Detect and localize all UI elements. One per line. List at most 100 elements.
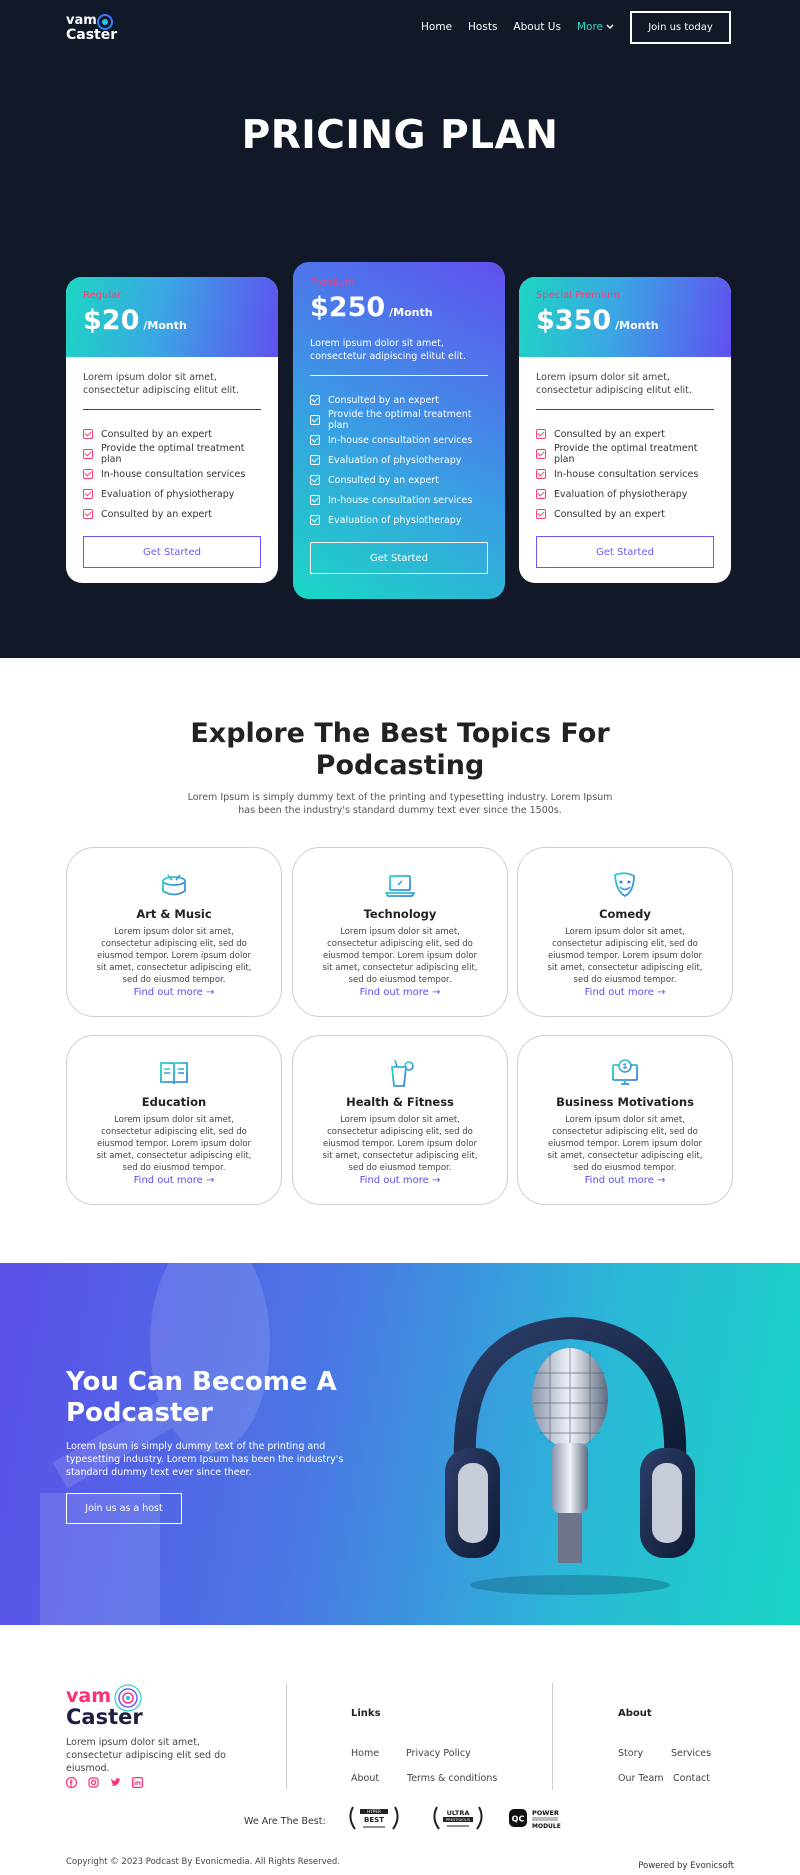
find-out-more-link[interactable]: Find out more → [518, 1175, 732, 1186]
footer-link-terms[interactable]: Terms & conditions [407, 1773, 497, 1784]
plan-card-premium: Premium $250/Month Lorem ipsum dolor sit… [293, 262, 505, 599]
checkbox-icon [83, 509, 93, 519]
social-links [65, 1773, 144, 1789]
banner-text: Lorem Ipsum is simply dummy text of the … [66, 1441, 344, 1478]
linkedin-icon[interactable] [132, 1773, 144, 1789]
topic-title: Technology [363, 907, 437, 921]
checkbox-icon [536, 509, 546, 519]
nav-home[interactable]: Home [421, 21, 452, 33]
find-out-more-link[interactable]: Find out more → [293, 987, 507, 998]
get-started-button[interactable]: Get Started [83, 536, 261, 568]
topic-card-technology[interactable]: Technology Lorem ipsum dolor sit amet, c… [292, 847, 508, 1017]
topic-card-education[interactable]: Education Lorem ipsum dolor sit amet, co… [66, 1035, 282, 1205]
checkbox-icon [83, 469, 93, 479]
footer-link-our-team[interactable]: Our Team [618, 1773, 664, 1784]
feature-item: Consulted by an expert [310, 390, 488, 410]
nav-hosts[interactable]: Hosts [468, 21, 497, 33]
nav-about-us[interactable]: About Us [513, 21, 561, 33]
topic-card-business-motivations[interactable]: Business Motivations Lorem ipsum dolor s… [517, 1035, 733, 1205]
svg-text:POWER: POWER [532, 1809, 559, 1817]
svg-text:BEST: BEST [364, 1816, 384, 1824]
feature-item: Provide the optimal treatment plan [536, 443, 714, 465]
arrow-right-icon: → [205, 1175, 215, 1186]
arrow-right-icon: → [656, 1175, 666, 1186]
feature-item: Provide the optimal treatment plan [83, 443, 261, 465]
plan-tier: Premium [310, 277, 355, 288]
join-as-host-button[interactable]: Join us as a host [66, 1493, 182, 1524]
plan-description: Lorem ipsum dolor sit amet, consectetur … [310, 338, 466, 362]
feature-item: Evaluation of physiotherapy [310, 450, 488, 470]
topic-description: Lorem ipsum dolor sit amet, consectetur … [96, 927, 252, 985]
topic-card-comedy[interactable]: Comedy Lorem ipsum dolor sit amet, conse… [517, 847, 733, 1017]
arrow-right-icon: → [656, 987, 666, 998]
footer-link-home[interactable]: Home [351, 1748, 379, 1759]
plan-card-regular: Regular $20/Month Lorem ipsum dolor sit … [66, 277, 278, 583]
footer: vam Caster Lorem ipsum dolor sit amet, c… [0, 1625, 800, 1875]
facebook-icon[interactable] [65, 1773, 78, 1789]
join-us-today-button[interactable]: Join us today [630, 10, 731, 44]
plan-price: $350/Month [536, 305, 659, 336]
footer-link-story[interactable]: Story [618, 1748, 643, 1759]
main-menu: Home Hosts About Us More [421, 21, 614, 33]
footer-link-services[interactable]: Services [671, 1748, 711, 1759]
feature-item: Provide the optimal treatment plan [310, 409, 488, 431]
svg-text:PRESTIGIOUS: PRESTIGIOUS [446, 1818, 471, 1822]
checkbox-icon [536, 469, 546, 479]
section-subtitle: Lorem Ipsum is simply dummy text of the … [187, 792, 613, 816]
checkbox-icon [536, 449, 546, 459]
checkbox-icon [310, 515, 320, 525]
find-out-more-link[interactable]: Find out more → [67, 1175, 281, 1186]
checkbox-icon [83, 489, 93, 499]
footer-divider [552, 1683, 553, 1790]
divider [536, 409, 714, 410]
topic-title: Comedy [599, 907, 651, 921]
logo[interactable]: vam Caster [66, 10, 126, 44]
checkbox-icon [310, 435, 320, 445]
footer-logo[interactable]: vam Caster [66, 1683, 156, 1729]
headphones-microphone-image [445, 1316, 695, 1595]
topic-description: Lorem ipsum dolor sit amet, consectetur … [322, 1115, 478, 1173]
feature-item: Consulted by an expert [310, 470, 488, 490]
find-out-more-link[interactable]: Find out more → [518, 987, 732, 998]
money-monitor-icon [612, 1059, 638, 1085]
chevron-down-icon [606, 24, 614, 30]
page-title: PRICING PLAN [241, 113, 559, 158]
hyper-best-award-logo: HYPER BEST [349, 1806, 399, 1830]
plan-description: Lorem ipsum dolor sit amet, consectetur … [536, 372, 692, 396]
arrow-right-icon: → [431, 987, 441, 998]
divider [83, 409, 261, 410]
find-out-more-link[interactable]: Find out more → [293, 1175, 507, 1186]
topic-card-health-fitness[interactable]: Health & Fitness Lorem ipsum dolor sit a… [292, 1035, 508, 1205]
section-title: Explore The Best Topics For Podcasting [190, 718, 610, 781]
twitter-icon[interactable] [110, 1773, 121, 1786]
topic-card-art-music[interactable]: Art & Music Lorem ipsum dolor sit amet, … [66, 847, 282, 1017]
find-out-more-link[interactable]: Find out more → [67, 987, 281, 998]
svg-text:ULTRA: ULTRA [447, 1809, 470, 1817]
plan-header: Regular $20/Month [66, 277, 278, 357]
top-nav: vam Caster Home Hosts About Us More Join… [66, 10, 731, 44]
feature-item: In-house consultation services [536, 464, 714, 484]
feature-item: Consulted by an expert [83, 424, 261, 444]
checkbox-icon [310, 495, 320, 505]
powered-by-text: Powered by Evonicsoft [638, 1861, 734, 1871]
topic-description: Lorem ipsum dolor sit amet, consectetur … [547, 927, 703, 985]
feature-item: Consulted by an expert [536, 424, 714, 444]
checkbox-icon [536, 429, 546, 439]
topic-description: Lorem ipsum dolor sit amet, consectetur … [547, 1115, 703, 1173]
footer-link-privacy-policy[interactable]: Privacy Policy [406, 1748, 471, 1759]
checkbox-icon [310, 395, 320, 405]
become-podcaster-banner: You Can Become A Podcaster Lorem Ipsum is… [0, 1263, 800, 1625]
topics-section: Explore The Best Topics For Podcasting Lo… [0, 658, 800, 1263]
nav-more[interactable]: More [577, 21, 614, 33]
topic-title: Art & Music [136, 907, 212, 921]
get-started-button[interactable]: Get Started [310, 542, 488, 574]
instagram-icon[interactable] [88, 1773, 99, 1788]
footer-link-about[interactable]: About [351, 1773, 379, 1784]
drum-icon [162, 874, 186, 896]
topic-description: Lorem ipsum dolor sit amet, consectetur … [322, 927, 478, 985]
get-started-button[interactable]: Get Started [536, 536, 714, 568]
plan-header: Special Premium $350/Month [519, 277, 731, 357]
feature-item: Evaluation of physiotherapy [310, 510, 488, 530]
svg-text:QC: QC [512, 1815, 525, 1824]
footer-link-contact[interactable]: Contact [673, 1773, 710, 1784]
